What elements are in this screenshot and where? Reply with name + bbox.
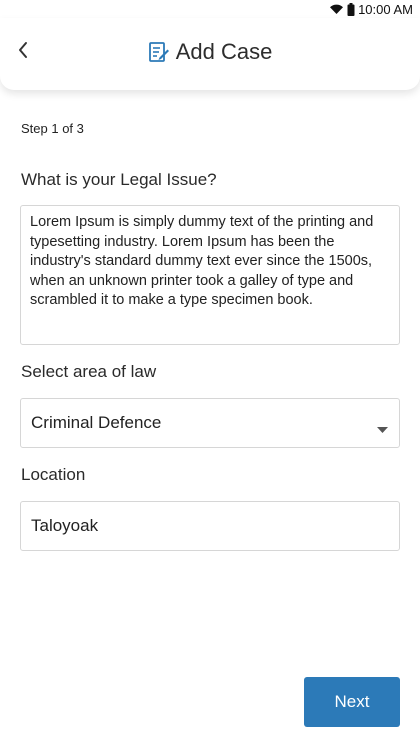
legal-issue-label: What is your Legal Issue?: [21, 170, 217, 189]
edit-document-icon: [148, 41, 170, 63]
step-indicator: Step 1 of 3: [21, 121, 84, 136]
location-label: Location: [21, 465, 86, 484]
next-button[interactable]: Next: [304, 677, 400, 727]
area-of-law-selected-value: Criminal Defence: [31, 413, 162, 432]
status-bar: 10:00 AM: [0, 0, 420, 18]
area-of-law-label: Select area of law: [21, 362, 157, 381]
area-of-law-dropdown[interactable]: Criminal Defence: [20, 398, 400, 448]
location-input[interactable]: [20, 501, 400, 551]
app-header: Add Case: [0, 18, 420, 90]
legal-issue-textarea[interactable]: Lorem Ipsum is simply dummy text of the …: [20, 205, 400, 345]
status-time: 10:00 AM: [358, 1, 413, 17]
page-title: Add Case: [175, 39, 273, 64]
battery-icon: [347, 2, 355, 16]
wifi-icon: [329, 3, 344, 15]
dropdown-arrow-icon: [377, 420, 388, 438]
header-title-group: Add Case: [0, 38, 420, 66]
